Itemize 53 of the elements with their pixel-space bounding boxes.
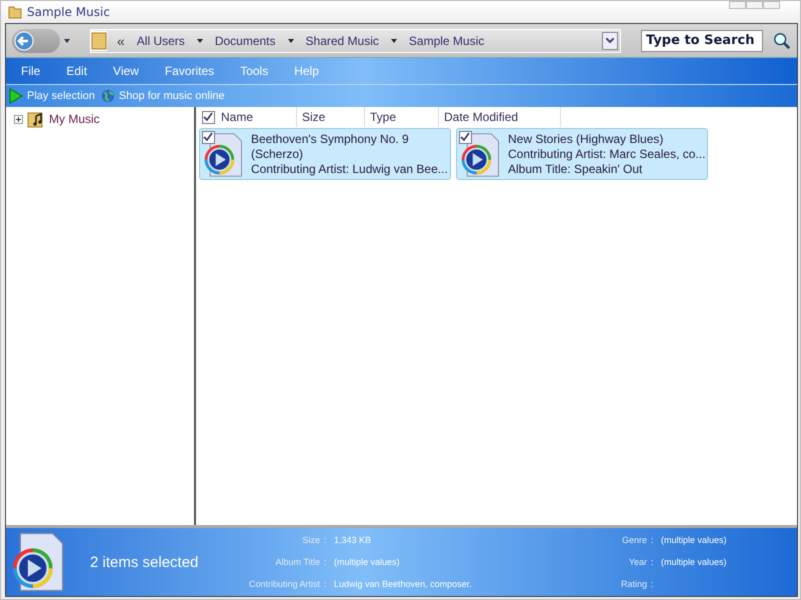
menu-item[interactable]: View bbox=[102, 64, 152, 78]
expand-toggle[interactable] bbox=[14, 114, 23, 124]
file-tile[interactable]: New Stories (Highway Blues) Contributing Artist: Marc Seales, co... Album Title: Speakin' Out bbox=[456, 128, 708, 180]
folder-icon bbox=[91, 30, 107, 50]
breadcrumb[interactable]: Shared Music bbox=[306, 34, 379, 48]
address-bar[interactable]: « All Users Documents Shared Music Sample Music bbox=[90, 28, 621, 52]
property-label: Year bbox=[628, 557, 647, 567]
selection-summary: 2 items selected bbox=[90, 554, 200, 570]
property-separator: : bbox=[651, 535, 655, 545]
dropdown-arrow-icon[interactable] bbox=[288, 38, 294, 42]
property-separator: : bbox=[324, 579, 328, 589]
address-dropdown-button[interactable] bbox=[602, 32, 618, 50]
property-value[interactable]: (multiple values) bbox=[661, 535, 727, 545]
globe-icon bbox=[100, 88, 115, 104]
chevron-down-icon bbox=[606, 38, 614, 44]
window-title: Sample Music bbox=[27, 5, 110, 19]
breadcrumb[interactable]: Documents bbox=[214, 34, 276, 48]
dropdown-arrow-icon[interactable] bbox=[64, 38, 70, 42]
property-label: Contributing Artist bbox=[248, 579, 320, 589]
property-separator: : bbox=[651, 557, 655, 567]
file-detail-text: New Stories (Highway Blues) bbox=[508, 132, 664, 146]
property-separator: : bbox=[324, 557, 328, 567]
breadcrumb[interactable]: All Users bbox=[136, 34, 185, 48]
breadcrumb[interactable]: Sample Music bbox=[408, 34, 484, 48]
file-tile[interactable]: Beethoven's Symphony No. 9 (Scherzo) Contributing Artist: Ludwig van Bee... bbox=[199, 128, 451, 180]
dropdown-arrow-icon[interactable] bbox=[196, 38, 203, 42]
overflow-chevron[interactable]: « bbox=[117, 32, 125, 48]
search-field[interactable]: Type to Search bbox=[641, 30, 763, 52]
dropdown-arrow-icon[interactable] bbox=[390, 38, 397, 42]
play-icon bbox=[9, 88, 23, 104]
file-detail-text: (Scherzo) bbox=[251, 146, 304, 162]
menu-item[interactable]: File bbox=[10, 64, 54, 78]
property-value[interactable]: (multiple values) bbox=[661, 557, 727, 567]
property-separator: : bbox=[651, 579, 655, 589]
select-all-checkbox[interactable] bbox=[202, 110, 215, 124]
property-label: Size bbox=[301, 535, 320, 545]
tree-item[interactable]: My Music bbox=[49, 112, 100, 126]
file-detail-text: Album Title: Speakin' Out bbox=[508, 162, 644, 176]
property-label: Rating bbox=[620, 579, 647, 589]
folder-icon bbox=[7, 4, 23, 20]
back-button[interactable] bbox=[12, 28, 60, 52]
column-label: Name bbox=[221, 110, 254, 124]
menu-item[interactable]: Edit bbox=[55, 64, 100, 78]
file-detail-text: Contributing Artist: Ludwig van Bee... bbox=[251, 162, 448, 176]
property-separator: : bbox=[324, 535, 328, 545]
checkbox[interactable] bbox=[202, 131, 215, 144]
file-detail-text: Beethoven's Symphony No. 9 bbox=[251, 132, 410, 146]
music-folder-icon bbox=[27, 110, 45, 128]
property-label: Genre bbox=[620, 535, 647, 545]
property-label: Album Title bbox=[274, 557, 320, 567]
file-detail-text: Contributing Artist: Marc Seales, co... bbox=[508, 146, 706, 162]
checkbox[interactable] bbox=[459, 131, 472, 144]
search-icon[interactable] bbox=[773, 32, 791, 50]
